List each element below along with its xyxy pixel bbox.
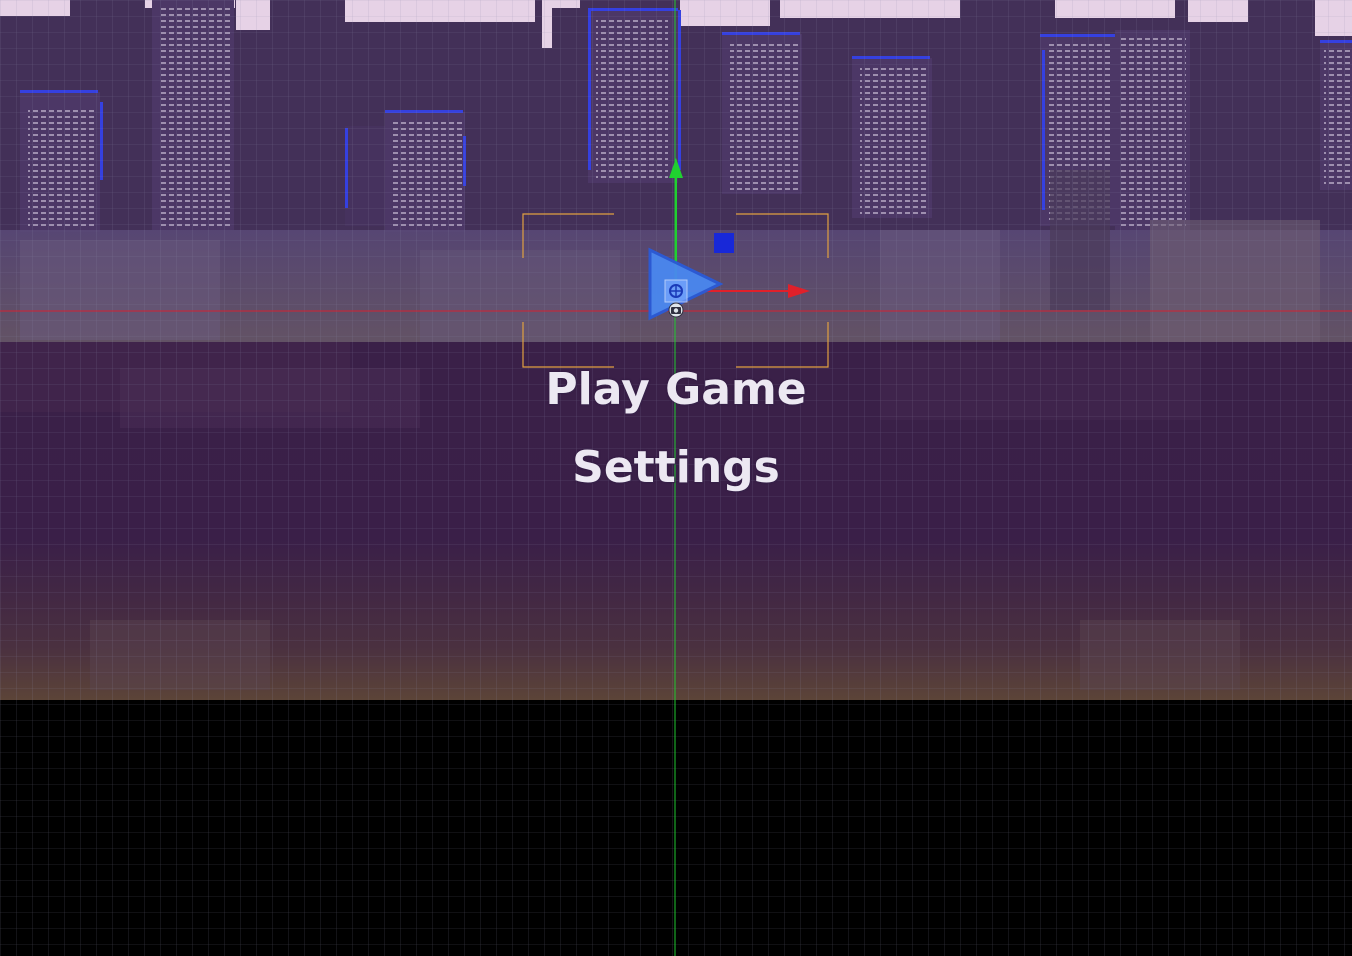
- scene-viewport[interactable]: Play Game Settings: [0, 0, 1352, 956]
- move-xy-handle: [714, 233, 734, 253]
- play-game-label: Play Game: [545, 364, 807, 415]
- settings-label: Settings: [572, 442, 780, 493]
- settings-button[interactable]: Settings: [0, 442, 1352, 498]
- play-game-button[interactable]: Play Game: [0, 364, 1352, 420]
- camera-icon[interactable]: [668, 302, 684, 318]
